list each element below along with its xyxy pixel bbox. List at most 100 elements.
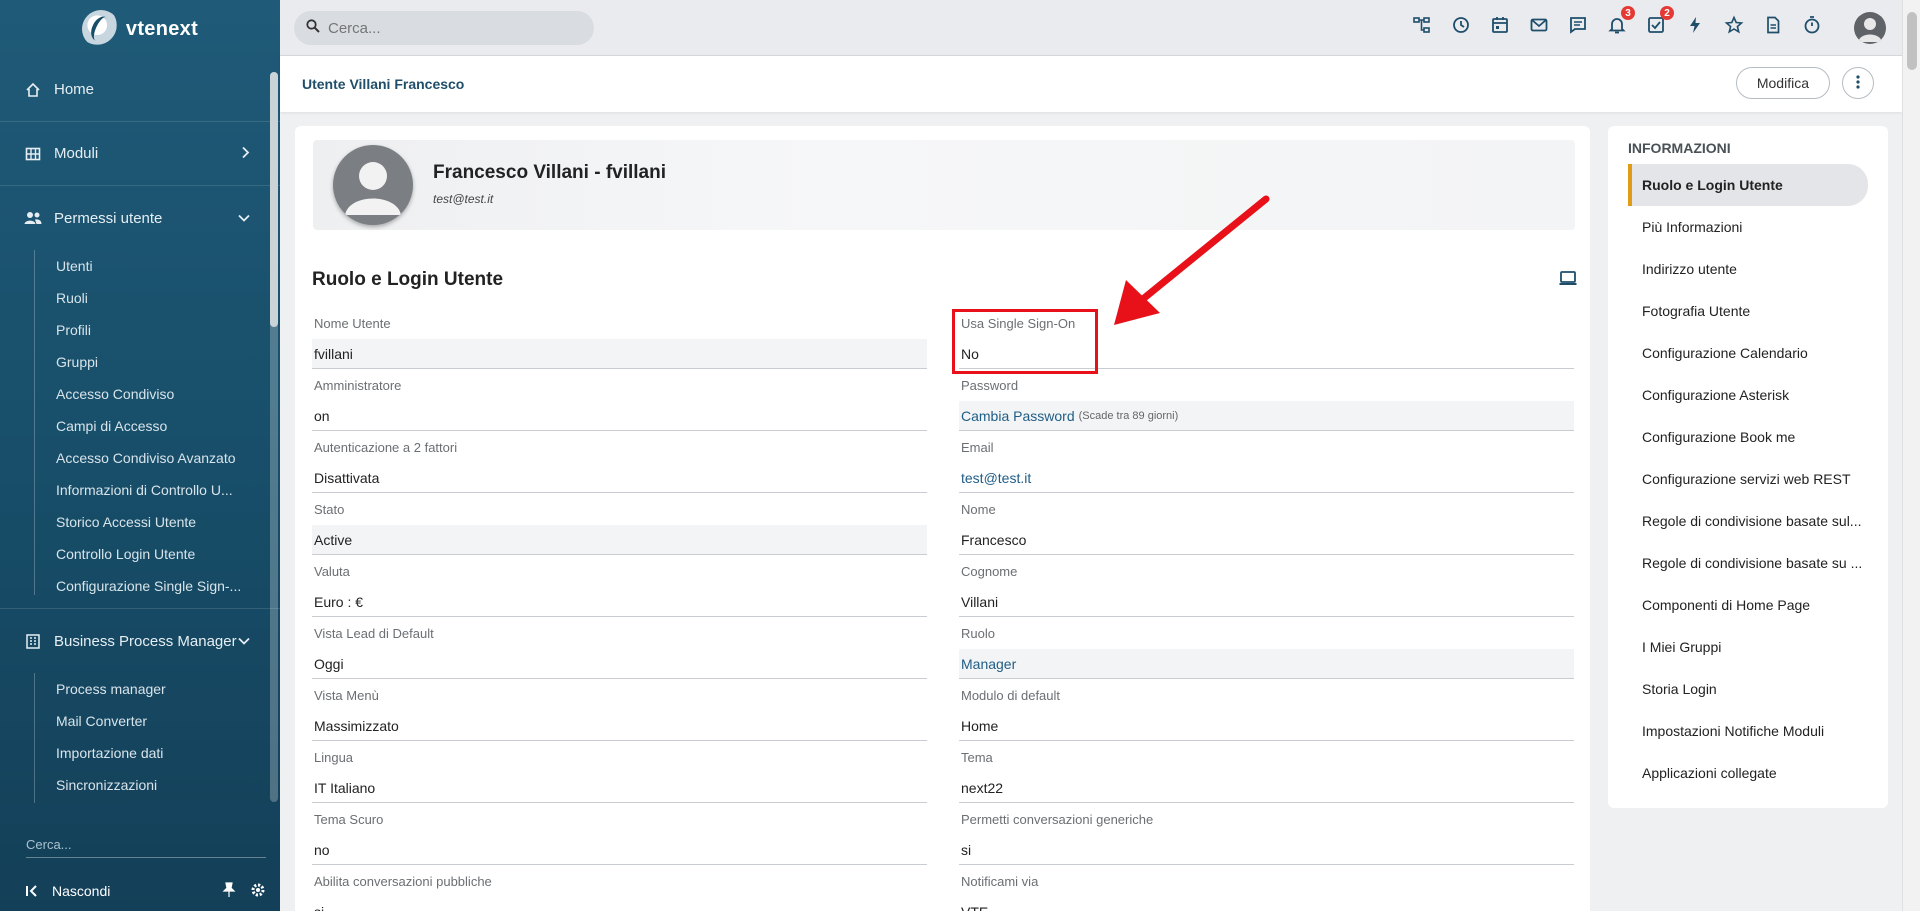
info-item-configurazione-calendario[interactable]: Configurazione Calendario [1628, 332, 1868, 374]
field-value[interactable]: IT Italiano [312, 773, 927, 803]
user-avatar[interactable] [1854, 12, 1886, 44]
role-link[interactable]: Manager [959, 649, 1574, 679]
document-icon[interactable] [1762, 14, 1783, 35]
chevron-down-icon [238, 633, 250, 650]
info-item-configurazione-asterisk[interactable]: Configurazione Asterisk [1628, 374, 1868, 416]
field-value[interactable]: Euro : € [312, 587, 927, 617]
sidebar-subitem-profili[interactable]: Profili [0, 314, 280, 346]
sidebar-subitem-campi-di-accesso[interactable]: Campi di Accesso [0, 410, 280, 442]
info-list: Ruolo e Login Utente Più Informazioni In… [1628, 164, 1868, 794]
sidebar-subitem-mail-converter[interactable]: Mail Converter [0, 705, 280, 737]
field-value[interactable]: si [959, 835, 1574, 865]
monitor-icon[interactable] [1559, 271, 1577, 288]
field-value[interactable]: si [312, 897, 927, 911]
field-lingua: Lingua IT Italiano [312, 743, 927, 805]
history-icon[interactable] [1450, 14, 1471, 35]
logo[interactable]: vtenext [0, 0, 280, 58]
field-label: Amministratore [314, 378, 402, 393]
info-item-configurazione-book-me[interactable]: Configurazione Book me [1628, 416, 1868, 458]
info-item-applicazioni-collegate[interactable]: Applicazioni collegate [1628, 752, 1868, 794]
field-row: Autenticazione a 2 fattori Disattivata Em… [312, 433, 1576, 495]
info-item-notifiche-moduli[interactable]: Impostazioni Notifiche Moduli [1628, 710, 1868, 752]
field-conversazioni-pubbliche: Abilita conversazioni pubbliche si [312, 867, 927, 911]
field-row: Valuta Euro : € Cognome Villani [312, 557, 1576, 619]
field-value[interactable]: Home [959, 711, 1574, 741]
calendar-icon[interactable] [1489, 14, 1510, 35]
bpm-submenu: Process manager Mail Converter Importazi… [0, 673, 280, 807]
field-stato: Stato Active [312, 495, 927, 557]
sidebar-item-permessi-utente[interactable]: Permessi utente [0, 186, 280, 250]
sidebar-scrollbar-thumb[interactable] [270, 72, 278, 327]
more-options-button[interactable] [1842, 67, 1874, 99]
search-input[interactable] [328, 19, 568, 37]
sidebar-scrollbar[interactable] [270, 72, 278, 802]
sidebar-subitem-informazioni-controllo[interactable]: Informazioni di Controllo U... [0, 474, 280, 506]
field-value[interactable]: no [312, 835, 927, 865]
sidebar-item-home[interactable]: Home [0, 58, 280, 122]
field-cognome: Cognome Villani [959, 557, 1574, 619]
field-value[interactable]: Massimizzato [312, 711, 927, 741]
info-item-ruolo-login[interactable]: Ruolo e Login Utente [1628, 164, 1868, 206]
breadcrumb[interactable]: Utente Villani Francesco [302, 76, 464, 92]
sidebar-subitem-storico-accessi[interactable]: Storico Accessi Utente [0, 506, 280, 538]
sidebar-subitem-accesso-condiviso[interactable]: Accesso Condiviso [0, 378, 280, 410]
sidebar-item-moduli[interactable]: Moduli [0, 122, 280, 186]
lightning-icon[interactable] [1684, 14, 1705, 35]
field-label: Tema [961, 750, 993, 765]
info-item-piu-informazioni[interactable]: Più Informazioni [1628, 206, 1868, 248]
info-item-indirizzo-utente[interactable]: Indirizzo utente [1628, 248, 1868, 290]
info-item-miei-gruppi[interactable]: I Miei Gruppi [1628, 626, 1868, 668]
mail-icon[interactable] [1528, 14, 1549, 35]
sidebar-subitem-importazione-dati[interactable]: Importazione dati [0, 737, 280, 769]
page-scrollbar[interactable] [1902, 0, 1920, 911]
field-label: Vista Menù [314, 688, 379, 703]
chevron-down-icon [238, 210, 250, 227]
info-item-regole-condivisione-2[interactable]: Regole di condivisione basate su ... [1628, 542, 1868, 584]
field-value[interactable]: Oggi [312, 649, 927, 679]
info-item-componenti-home[interactable]: Componenti di Home Page [1628, 584, 1868, 626]
sidebar-subitem-ruoli[interactable]: Ruoli [0, 282, 280, 314]
sidebar-subitem-process-manager[interactable]: Process manager [0, 673, 280, 705]
field-value[interactable]: Active [312, 525, 927, 555]
sidebar-item-label: Moduli [54, 145, 99, 162]
info-item-fotografia-utente[interactable]: Fotografia Utente [1628, 290, 1868, 332]
search-icon [306, 19, 320, 37]
field-nome-utente: Nome Utente fvillani [312, 309, 927, 371]
hierarchy-icon[interactable] [1411, 14, 1432, 35]
sidebar-subitem-accesso-condiviso-avanzato[interactable]: Accesso Condiviso Avanzato [0, 442, 280, 474]
sidebar-subitem-gruppi[interactable]: Gruppi [0, 346, 280, 378]
gear-icon[interactable] [250, 882, 266, 901]
tasks-icon[interactable]: 2 [1645, 6, 1674, 35]
sidebar-search-input[interactable]: Cerca... [26, 832, 266, 858]
chat-icon[interactable] [1567, 14, 1588, 35]
star-icon[interactable] [1723, 14, 1744, 35]
notifications-icon[interactable]: 3 [1606, 6, 1635, 35]
field-value[interactable]: VTE [959, 897, 1574, 911]
sidebar-item-bpm[interactable]: Business Process Manager [0, 609, 280, 673]
pin-icon[interactable] [222, 881, 236, 901]
field-value[interactable]: on [312, 401, 927, 431]
field-value[interactable]: Francesco [959, 525, 1574, 555]
sidebar-subitem-configurazione-sso[interactable]: Configurazione Single Sign-... [0, 570, 280, 602]
change-password-link[interactable]: Cambia Password [961, 408, 1075, 424]
edit-button[interactable]: Modifica [1735, 67, 1830, 99]
field-value[interactable]: next22 [959, 773, 1574, 803]
sidebar-subitem-sincronizzazioni[interactable]: Sincronizzazioni [0, 769, 280, 801]
info-item-regole-condivisione-1[interactable]: Regole di condivisione basate sul... [1628, 500, 1868, 542]
profile-avatar [333, 145, 413, 225]
collapse-icon[interactable] [26, 885, 38, 897]
global-search[interactable] [294, 11, 594, 45]
info-item-storia-login[interactable]: Storia Login [1628, 668, 1868, 710]
field-label: Stato [314, 502, 345, 517]
field-value[interactable]: Villani [959, 587, 1574, 617]
field-value[interactable]: fvillani [312, 339, 927, 369]
field-value[interactable]: Disattivata [312, 463, 927, 493]
sidebar-subitem-utenti[interactable]: Utenti [0, 250, 280, 282]
hide-sidebar-button[interactable]: Nascondi [52, 883, 110, 899]
timer-icon[interactable] [1801, 14, 1822, 35]
page-scrollbar-thumb[interactable] [1907, 12, 1917, 70]
info-item-servizi-web-rest[interactable]: Configurazione servizi web REST [1628, 458, 1868, 500]
sidebar-subitem-controllo-login[interactable]: Controllo Login Utente [0, 538, 280, 570]
field-row: Vista Lead di Default Oggi Ruolo Manager [312, 619, 1576, 681]
email-link[interactable]: test@test.it [959, 463, 1574, 493]
